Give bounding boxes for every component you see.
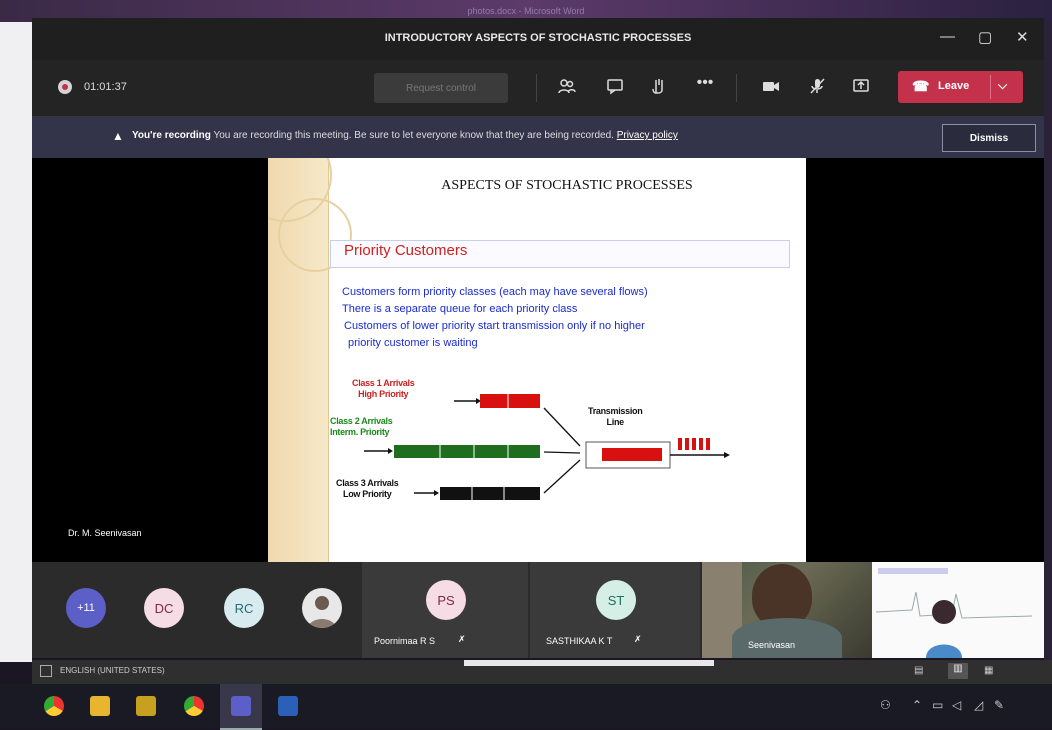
meeting-toolbar: 01:01:37 Request control ••• ☎ Leave ⌵ (32, 60, 1044, 116)
word-status-bar: ENGLISH (UNITED STATES) ▤ ▥ ▦ (32, 660, 1052, 684)
participant-name-ps: Poornimaa R S (374, 636, 436, 646)
participant-video-2[interactable] (872, 562, 1044, 658)
teams-taskbar-active[interactable] (220, 684, 262, 730)
class2-arrow-in (364, 448, 393, 454)
chat-icon[interactable] (604, 77, 626, 100)
shared-screen-stage: ASPECTS OF STOCHASTIC PROCESSES Priority… (32, 158, 1044, 562)
word-icon[interactable] (278, 696, 298, 716)
participant-name-st: SASTHIKAA K T (546, 636, 613, 646)
video-person-body (732, 618, 842, 658)
mic-off-icon: ✗ (634, 634, 642, 644)
document-icon (40, 665, 52, 677)
share-icon[interactable] (850, 77, 872, 100)
avatar-st: ST (596, 580, 636, 620)
meeting-title: INTRODUCTORY ASPECTS OF STOCHASTIC PROCE… (384, 32, 692, 44)
leave-button[interactable]: ☎ Leave ⌵ (898, 71, 1023, 103)
toolbar-divider (736, 74, 737, 102)
windows-taskbar: ⚇ ⌃ ▭ ◁ ◿ ✎ (0, 684, 1052, 730)
recording-banner: ▲ You're recording You are recording thi… (32, 116, 1044, 158)
warning-icon: ▲ (112, 129, 124, 143)
print-layout-icon[interactable]: ▥ (948, 663, 968, 679)
toolbar-divider (536, 74, 537, 102)
avatar-dc[interactable]: DC (144, 588, 184, 628)
people-tray-icon[interactable]: ⚇ (880, 698, 891, 712)
camera-icon[interactable] (760, 77, 782, 100)
web-layout-icon[interactable]: ▦ (984, 665, 993, 676)
avatar-rc[interactable]: RC (224, 588, 264, 628)
class3-arrow-in (414, 490, 439, 496)
more-icon[interactable]: ••• (694, 74, 716, 92)
meeting-timer: 01:01:37 (84, 81, 127, 93)
close-button[interactable]: ✕ (1016, 28, 1029, 46)
request-control-button[interactable]: Request control (374, 73, 508, 103)
chrome-profile-icon[interactable] (184, 696, 204, 716)
background-window-title: photos.docx - Microsoft Word (467, 6, 585, 16)
presentation-slide: ASPECTS OF STOCHASTIC PROCESSES Priority… (268, 158, 806, 562)
phone-hangup-icon: ☎ (912, 78, 930, 94)
participant-gallery: +11 DC RC PS Poornimaa R S ✗ ST SASTHIKA… (32, 562, 1044, 658)
document-scroll-area (464, 660, 714, 666)
recording-notice-bold: You're recording (132, 130, 211, 141)
chrome-icon[interactable] (44, 696, 64, 716)
video-content (875, 568, 1033, 658)
file-explorer-icon[interactable] (90, 696, 110, 716)
teams-meeting-window: INTRODUCTORY ASPECTS OF STOCHASTIC PROCE… (32, 18, 1044, 658)
leave-divider (990, 75, 991, 99)
maximize-button[interactable]: ▢ (978, 28, 992, 46)
participant-video-seenivasan[interactable]: Seenivasan (702, 562, 872, 658)
chevron-up-icon[interactable]: ⌃ (912, 698, 922, 712)
queue-diagram (364, 394, 730, 500)
class2-queue (394, 445, 540, 458)
privacy-policy-link[interactable]: Privacy policy (617, 130, 678, 141)
background-edge-right (1044, 22, 1052, 662)
volume-icon[interactable]: ◁ (952, 698, 961, 712)
pen-icon[interactable]: ✎ (994, 698, 1004, 712)
leave-label: Leave (938, 80, 970, 92)
title-bar: INTRODUCTORY ASPECTS OF STOCHASTIC PROCE… (32, 18, 1044, 60)
class1-arrow-in (454, 398, 481, 404)
class1-queue (480, 394, 540, 408)
background-document-edge (0, 22, 32, 662)
dismiss-button[interactable]: Dismiss (942, 124, 1036, 152)
video-name-label: Seenivasan (748, 640, 796, 650)
chevron-down-icon[interactable]: ⌵ (998, 78, 1007, 93)
class3-queue (440, 487, 540, 500)
network-icon[interactable]: ◿ (974, 698, 983, 712)
mic-off-icon[interactable] (806, 77, 828, 100)
merge-arrows (543, 407, 581, 494)
presenter-label: Dr. M. Seenivasan (68, 528, 142, 538)
output-arrow (670, 452, 730, 458)
transmission-line-box (585, 441, 671, 469)
recording-icon (58, 80, 72, 94)
recording-notice-text: You are recording this meeting. Be sure … (213, 130, 614, 141)
battery-icon[interactable]: ▭ (932, 698, 943, 712)
mic-off-icon: ✗ (458, 634, 466, 644)
app-icon[interactable] (136, 696, 156, 716)
participant-tile-ps[interactable]: PS Poornimaa R S ✗ (362, 562, 528, 658)
people-icon[interactable] (556, 77, 578, 100)
language-indicator[interactable]: ENGLISH (UNITED STATES) (60, 666, 165, 675)
overflow-participants[interactable]: +11 (66, 588, 106, 628)
participant-tile-st[interactable]: ST SASTHIKAA K T ✗ (530, 562, 700, 658)
recording-notice: You're recording You are recording this … (132, 130, 678, 141)
avatar-photo[interactable] (302, 588, 342, 628)
output-packets (678, 438, 710, 450)
read-mode-icon[interactable]: ▤ (914, 665, 923, 676)
minimize-button[interactable]: — (940, 28, 955, 45)
raise-hand-icon[interactable] (648, 77, 670, 100)
avatar-ps: PS (426, 580, 466, 620)
teams-icon (231, 696, 251, 716)
